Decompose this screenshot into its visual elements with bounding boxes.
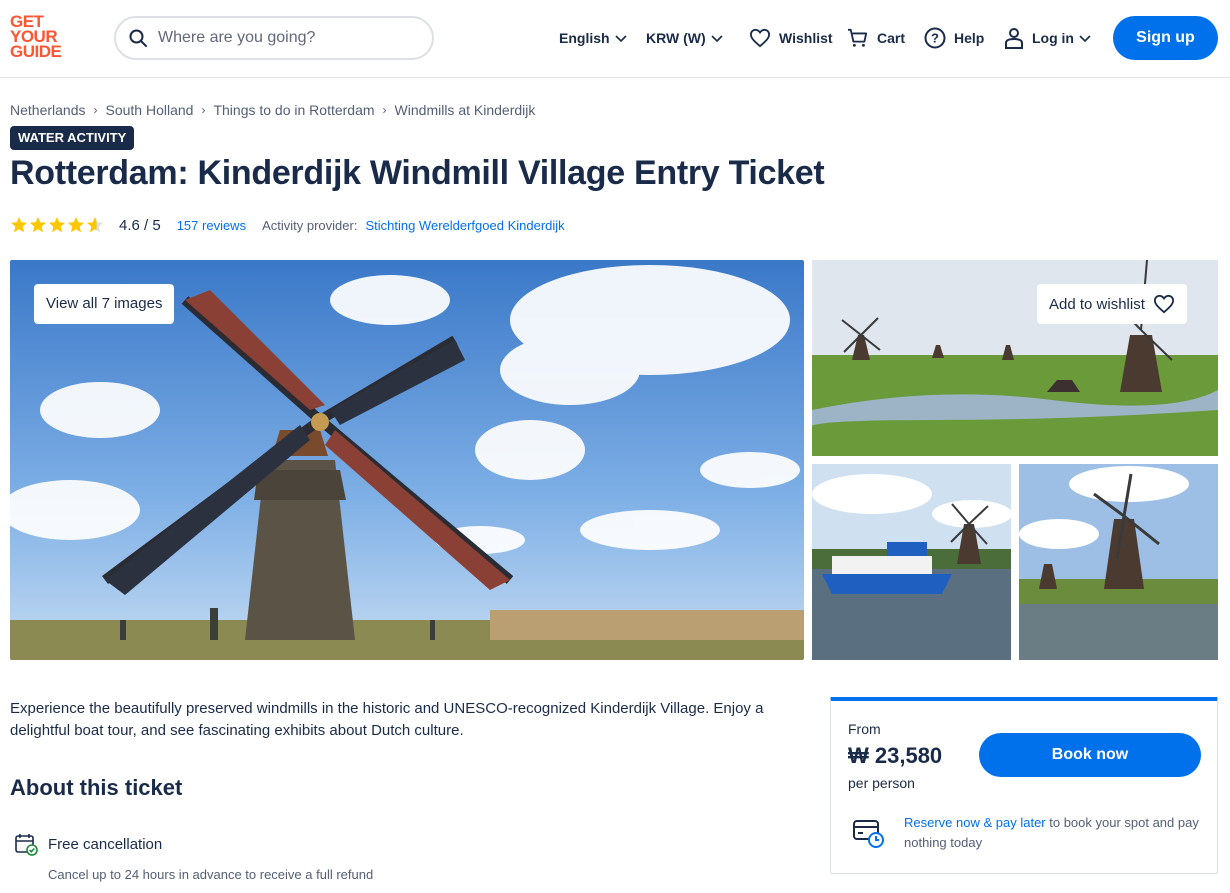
gallery-image-3[interactable]: [812, 464, 1011, 660]
provider-label: Activity provider:: [262, 217, 358, 233]
breadcrumb-item-south-holland[interactable]: South Holland: [106, 102, 194, 118]
windmill-canal-photo: [1019, 464, 1218, 660]
currency-selector[interactable]: KRW (W): [646, 26, 724, 50]
rating-row: 4.6 / 5 157 reviews Activity provider: S…: [10, 214, 565, 236]
chevron-down-icon: [614, 35, 627, 43]
search-box[interactable]: [114, 16, 434, 60]
user-icon: [1005, 28, 1023, 49]
chevron-down-icon: [711, 35, 723, 43]
reviews-link[interactable]: 157 reviews: [177, 218, 246, 233]
currency-label: KRW (W): [646, 30, 706, 46]
search-icon: [129, 29, 147, 47]
star-rating: [10, 216, 105, 234]
page-title: Rotterdam: Kinderdijk Windmill Village E…: [10, 154, 825, 192]
svg-text:?: ?: [931, 31, 939, 46]
gallery-image-4[interactable]: [1019, 464, 1218, 660]
breadcrumb-item-rotterdam[interactable]: Things to do in Rotterdam: [213, 102, 374, 118]
chevron-down-icon: [1079, 35, 1091, 43]
breadcrumb-separator: ›: [201, 103, 206, 117]
stars-icon: [11, 217, 103, 233]
breadcrumb: Netherlands › South Holland › Things to …: [10, 102, 535, 118]
wishlist-label: Wishlist: [779, 30, 833, 46]
activity-description: Experience the beautifully preserved win…: [10, 700, 764, 739]
cart-icon: [848, 28, 868, 47]
price-unit: per person: [848, 775, 915, 791]
reserve-now-pay-later-link[interactable]: Reserve now & pay later: [904, 815, 1046, 830]
free-cancellation-title: Free cancellation: [48, 835, 163, 853]
login-label: Log in: [1032, 30, 1074, 46]
cart-link[interactable]: Cart: [847, 26, 905, 50]
language-label: English: [559, 30, 610, 46]
price-from-label: From: [848, 721, 881, 737]
add-to-wishlist-label: Add to wishlist: [1049, 295, 1145, 313]
activity-type-badge: WATER ACTIVITY: [10, 126, 135, 150]
help-link[interactable]: ? Help: [924, 26, 984, 50]
reserve-card-clock-icon: [853, 820, 884, 848]
signup-button[interactable]: Sign up: [1113, 16, 1218, 60]
breadcrumb-separator: ›: [382, 103, 387, 117]
help-icon: ?: [924, 27, 946, 49]
booking-card: From ₩ 23,580 per person Book now Reserv…: [830, 697, 1218, 874]
view-all-images-button[interactable]: View all 7 images: [34, 284, 175, 324]
boat-photo: [812, 464, 1011, 660]
book-now-button[interactable]: Book now: [979, 733, 1201, 777]
heart-icon: [1153, 294, 1174, 314]
about-heading: About this ticket: [10, 775, 183, 800]
free-cancellation-feature: Free cancellation: [14, 832, 162, 856]
add-to-wishlist-button[interactable]: Add to wishlist: [1037, 284, 1187, 324]
cart-label: Cart: [877, 30, 906, 46]
breadcrumb-item-netherlands[interactable]: Netherlands: [10, 102, 86, 118]
calendar-check-icon: [15, 834, 38, 856]
reserve-info: Reserve now & pay later to book your spo…: [904, 813, 1204, 853]
help-label: Help: [954, 30, 985, 46]
language-selector[interactable]: English: [559, 26, 628, 50]
search-input[interactable]: [158, 29, 408, 47]
breadcrumb-separator: ›: [93, 103, 98, 117]
price-value: ₩ 23,580: [848, 743, 943, 768]
login-link[interactable]: Log in: [1004, 26, 1092, 50]
rating-score: 4.6 / 5: [119, 216, 161, 234]
heart-icon: [749, 28, 771, 48]
provider-link[interactable]: Stichting Werelderfgoed Kinderdijk: [365, 218, 564, 233]
getyourguide-logo[interactable]: GET YOUR GUIDE: [10, 13, 70, 64]
free-cancellation-detail: Cancel up to 24 hours in advance to rece…: [48, 867, 374, 882]
wishlist-link[interactable]: Wishlist: [749, 26, 833, 50]
top-header: GET YOUR GUIDE English KRW (W) Wishlist …: [0, 0, 1230, 78]
breadcrumb-item-kinderdijk[interactable]: Windmills at Kinderdijk: [395, 102, 536, 118]
